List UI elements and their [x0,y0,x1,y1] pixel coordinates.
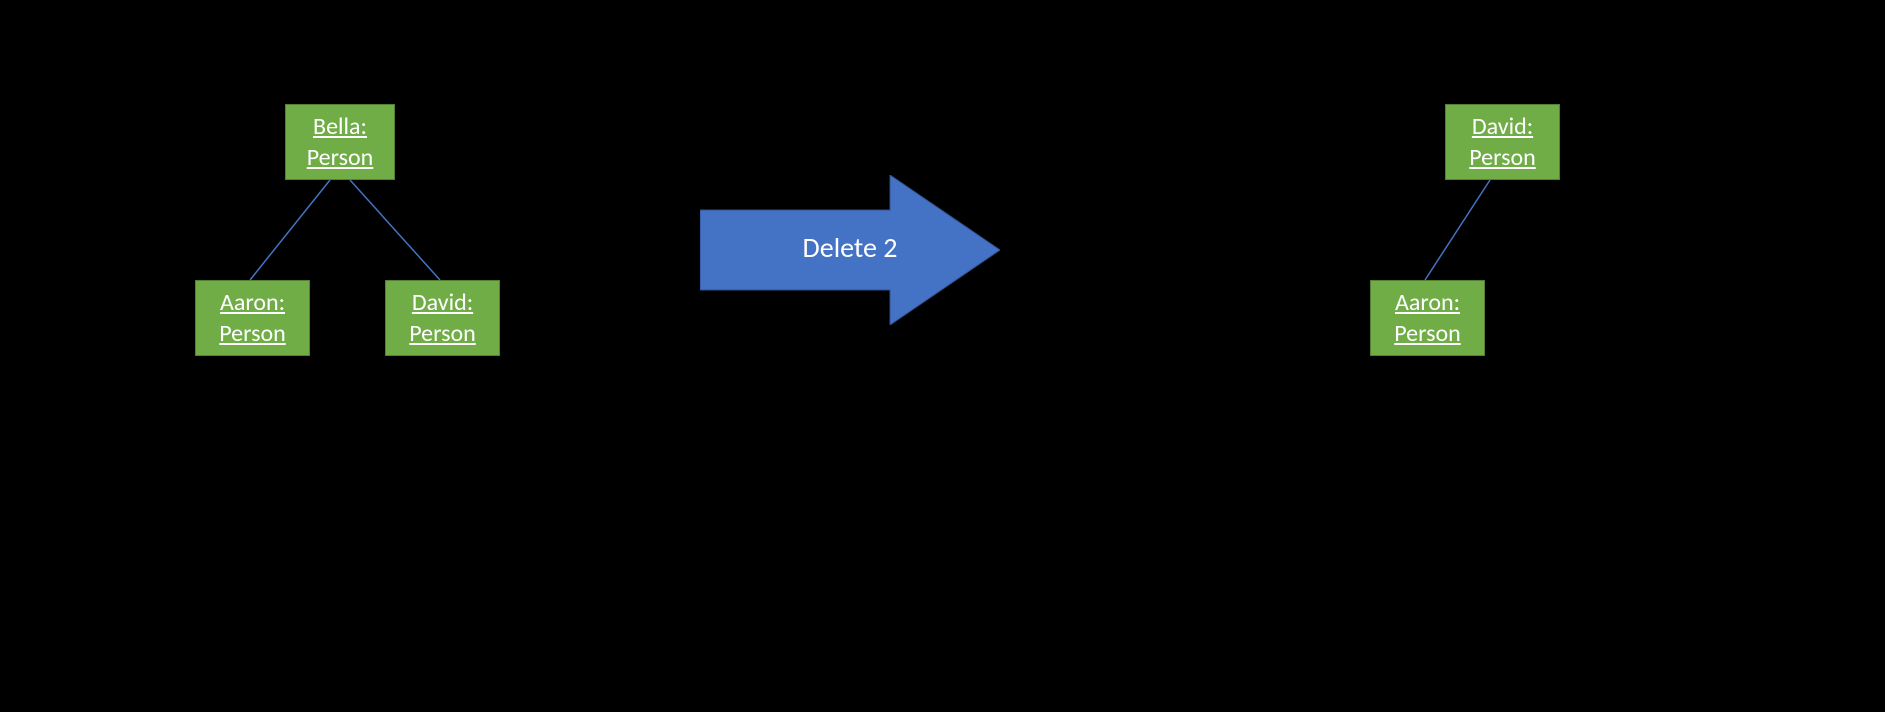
node-david-right-name: David: [1472,112,1533,141]
node-aaron-right-name: Aaron: [1395,288,1460,317]
node-aaron-left-type: Person [219,319,285,348]
node-david-right-type: Person [1469,143,1535,172]
arrow-label: Delete 2 [700,230,1000,265]
node-bella-type: Person [307,143,373,172]
node-david-left: David: Person [385,280,500,356]
node-aaron-left: Aaron: Person [195,280,310,356]
node-bella: Bella: Person [285,104,395,180]
node-aaron-right-type: Person [1394,319,1460,348]
node-david-right: David: Person [1445,104,1560,180]
node-aaron-left-name: Aaron: [220,288,285,317]
node-david-left-type: Person [409,319,475,348]
node-aaron-right: Aaron: Person [1370,280,1485,356]
tree-right-lines [1100,0,1600,400]
node-david-left-name: David: [412,288,473,317]
delete-arrow: Delete 2 [700,175,1000,325]
node-bella-name: Bella: [313,112,367,141]
